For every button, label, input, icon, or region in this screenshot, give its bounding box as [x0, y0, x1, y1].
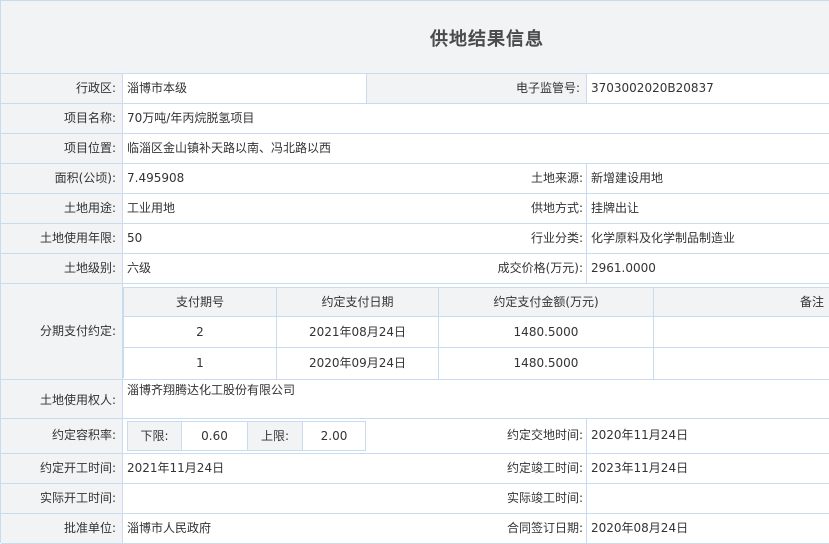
- approver-label: 批准单位:: [1, 514, 123, 543]
- installment-row-2-date: 2020年09月24日: [277, 348, 439, 379]
- row-land-use: 土地用途: 工业用地 供地方式: 挂牌出让: [1, 194, 829, 224]
- handover-label: 约定交地时间:: [506, 428, 583, 442]
- contract-date-value: 2020年08月24日: [587, 514, 829, 543]
- installment-header-amount: 约定支付金额(万元): [439, 288, 654, 317]
- start-label: 约定开工时间:: [1, 454, 123, 483]
- supervision-no-value: 3703002020B20837: [587, 74, 829, 103]
- land-level-label: 土地级别:: [1, 254, 123, 283]
- supervision-no-label: 电子监管号:: [367, 74, 587, 103]
- price-value: 2961.0000: [587, 254, 829, 283]
- installment-row-2-period: 1: [124, 348, 277, 379]
- page-title: 供地结果信息: [430, 29, 544, 50]
- row-land-level: 土地级别: 六级 成交价格(万元): 2961.0000: [1, 254, 829, 284]
- row-far: 约定容积率: 约定交地时间: 2020年11月24日: [1, 419, 829, 454]
- industry-value: 化学原料及化学制品制造业: [587, 224, 829, 253]
- finish-label: 约定竣工时间:: [506, 461, 583, 475]
- row-actual: 实际开工时间: 实际竣工时间:: [1, 484, 829, 514]
- land-source-value: 新增建设用地: [587, 164, 829, 193]
- location-label: 项目位置:: [1, 134, 123, 163]
- actual-start-label: 实际开工时间:: [1, 484, 123, 513]
- row-project-name: 项目名称: 70万吨/年丙烷脱氢项目: [1, 104, 829, 134]
- far-range-box: 下限: 0.60 上限: 2.00: [127, 421, 366, 451]
- use-years-label: 土地使用年限:: [1, 224, 123, 253]
- far-label: 约定容积率:: [1, 419, 123, 453]
- actual-finish-label: 实际竣工时间:: [506, 491, 583, 505]
- industry-label: 行业分类:: [530, 231, 583, 245]
- installment-row-2-amount: 1480.5000: [439, 348, 654, 379]
- far-upper-value: 2.00: [320, 429, 348, 443]
- installment-row-2-remark: [654, 348, 829, 379]
- far-lower-label: 下限:: [128, 422, 182, 450]
- row-approver: 批准单位: 淄博市人民政府 合同签订日期: 2020年08月24日: [1, 514, 829, 544]
- supply-method-value: 挂牌出让: [587, 194, 829, 223]
- land-supply-result-table: 供地结果信息 行政区: 淄博市本级 电子监管号: 3703002020B2083…: [0, 0, 829, 544]
- installment-row-1-amount: 1480.5000: [439, 317, 654, 348]
- land-user-value: 淄博齐翔腾达化工股份有限公司: [123, 380, 829, 418]
- installment-table: 支付期号 约定支付日期 约定支付金额(万元) 备注 2 2021年08月24日 …: [123, 287, 829, 379]
- handover-value: 2020年11月24日: [587, 419, 829, 453]
- area-label: 面积(公顷):: [1, 164, 123, 193]
- row-area: 面积(公顷): 7.495908 土地来源: 新增建设用地: [1, 164, 829, 194]
- far-lower-value: 0.60: [182, 422, 248, 450]
- land-use-label: 土地用途:: [1, 194, 123, 223]
- actual-finish-value: [587, 484, 829, 513]
- row-district: 行政区: 淄博市本级 电子监管号: 3703002020B20837: [1, 74, 829, 104]
- installment-row-1-remark: [654, 317, 829, 348]
- row-installments: 分期支付约定: 支付期号 约定支付日期 约定支付金额(万元) 备注 2 2021…: [1, 284, 829, 380]
- location-value: 临淄区金山镇补天路以南、冯北路以西: [123, 134, 829, 163]
- contract-date-label: 合同签订日期:: [506, 521, 583, 535]
- land-user-label: 土地使用权人:: [1, 380, 123, 418]
- supply-method-label: 供地方式:: [530, 201, 583, 215]
- installment-header-date: 约定支付日期: [277, 288, 439, 317]
- land-source-label: 土地来源:: [530, 171, 583, 185]
- far-upper-label: 上限:: [248, 422, 303, 450]
- project-name-value: 70万吨/年丙烷脱氢项目: [123, 104, 829, 133]
- row-land-user: 土地使用权人: 淄博齐翔腾达化工股份有限公司: [1, 380, 829, 419]
- row-location: 项目位置: 临淄区金山镇补天路以南、冯北路以西: [1, 134, 829, 164]
- installment-label: 分期支付约定:: [1, 284, 123, 379]
- project-name-label: 项目名称:: [1, 104, 123, 133]
- title-row: 供地结果信息: [1, 1, 829, 74]
- row-start: 约定开工时间: 2021年11月24日 约定竣工时间: 2023年11月24日: [1, 454, 829, 484]
- installment-header-remark: 备注: [654, 288, 829, 317]
- row-use-years: 土地使用年限: 50 行业分类: 化学原料及化学制品制造业: [1, 224, 829, 254]
- district-label: 行政区:: [1, 74, 123, 103]
- finish-value: 2023年11月24日: [587, 454, 829, 483]
- installment-row-1-date: 2021年08月24日: [277, 317, 439, 348]
- installment-row-1-period: 2: [124, 317, 277, 348]
- district-value: 淄博市本级: [123, 74, 367, 103]
- installment-header-period: 支付期号: [124, 288, 277, 317]
- price-label: 成交价格(万元):: [497, 261, 583, 275]
